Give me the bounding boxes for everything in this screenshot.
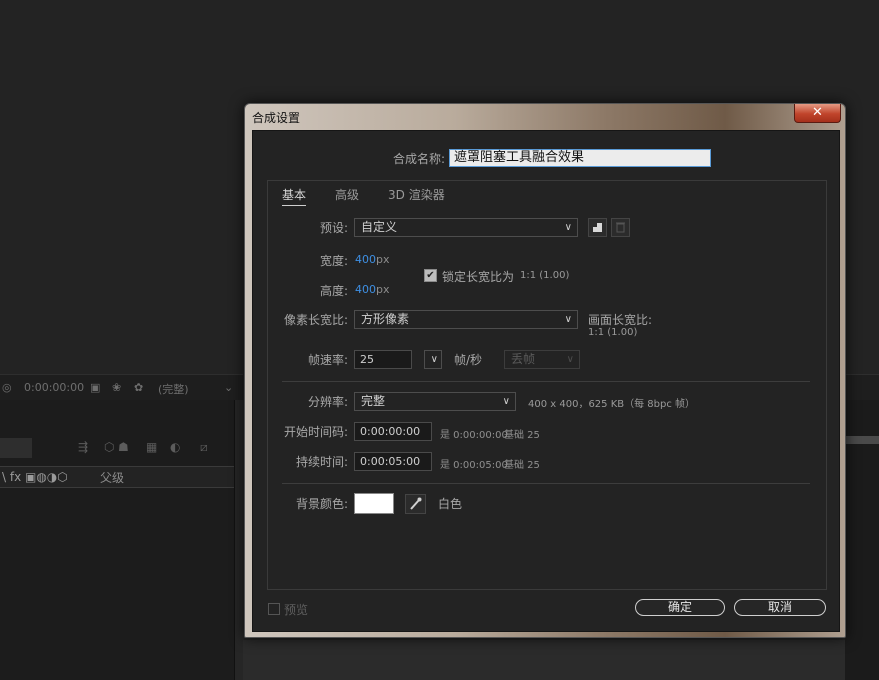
frame-blend-icon[interactable]: ▦ [146,440,157,454]
preview-checkbox[interactable] [268,603,280,615]
start-timecode-input[interactable]: 0:00:00:00 [354,422,432,441]
trash-icon [616,222,625,233]
eyedropper-icon [410,497,422,510]
viewer-timecode[interactable]: 0:00:00:00 [24,381,84,394]
chevron-down-icon: ∨ [502,396,510,407]
resolution-value: 完整 [361,394,386,408]
chevron-down-icon: ∨ [564,222,572,233]
duration-input[interactable]: 0:00:05:00 [354,452,432,471]
preset-value: 自定义 [361,220,398,234]
preview-label: 预览 [284,603,309,617]
height-value[interactable]: 400 [355,283,376,296]
tab-3d-renderer[interactable]: 3D 渲染器 [388,186,445,203]
lock-aspect-checkbox[interactable]: ✔ [424,269,437,282]
snapshot-icon[interactable]: ▣ [90,381,100,394]
preset-dropdown[interactable]: 自定义 ∨ [354,218,578,237]
viewer-toolbar: ◎ 0:00:00:00 ▣ ❀ ✿ (完整) ⌄ [0,374,243,402]
delete-preset-button[interactable] [611,218,630,237]
frame-aspect-label: 画面长宽比: [588,313,653,327]
dialog-title: 合成设置 [252,111,301,125]
comp-name-label: 合成名称: [392,152,445,166]
pixel-aspect-label: 像素长宽比: [283,313,348,327]
pixel-aspect-value: 方形像素 [361,312,410,326]
composition-settings-dialog: 合成设置 ✕ 合成名称: 遮罩阻塞工具融合效果 基本 高级 3D 渲染器 预设:… [244,103,846,638]
eyedropper-button[interactable] [405,494,426,514]
duration-base: 基础 25 [504,460,540,471]
start-timecode-equivalent: 是 0:00:00:00 [440,430,508,441]
separator [282,483,810,484]
motion-blur-icon[interactable]: ◐ [170,440,180,454]
width-label: 宽度: [319,254,348,268]
chevron-down-icon: ∨ [564,314,572,325]
draft-3d-icon[interactable]: ⬡ [104,440,114,454]
preset-label: 预设: [319,221,348,235]
shy-icon[interactable]: ☗ [118,440,129,454]
pixel-aspect-dropdown[interactable]: 方形像素 ∨ [354,310,578,329]
chevron-down-icon: ∨ [430,354,438,365]
height-label: 高度: [319,284,348,298]
timeline-graph-area-lower [243,640,845,680]
bg-color-label: 背景颜色: [295,497,348,511]
drop-frame-dropdown: 丢帧 ∨ [504,350,580,369]
comp-flowchart-icon[interactable]: ⇶ [78,440,88,454]
duration-equivalent: 是 0:00:05:00 [440,460,508,471]
ok-button[interactable]: 确定 [635,599,725,616]
work-area-bar[interactable] [845,436,879,444]
timeline-search-input[interactable] [0,438,32,458]
frame-rate-label: 帧速率: [307,353,348,367]
close-button[interactable]: ✕ [794,104,841,123]
start-timecode-base: 基础 25 [504,430,540,441]
tab-advanced[interactable]: 高级 [335,186,359,203]
resolution-dropdown[interactable]: 完整 ∨ [354,392,516,411]
close-icon: ✕ [812,105,823,120]
duration-label: 持续时间: [295,455,348,469]
tab-basic[interactable]: 基本 [282,186,307,206]
graph-editor-icon[interactable]: ⧄ [200,440,208,455]
frame-aspect-value: 1:1 (1.00) [588,327,638,338]
channel-icon[interactable]: ✿ [134,381,143,394]
column-parent-label: 父级 [100,471,125,485]
timeline-panel: ⇶ ⬡ ☗ ▦ ◐ ⧄ [0,400,243,680]
frame-rate-dropdown[interactable]: ∨ [424,350,442,369]
chevron-down-icon: ∨ [566,354,574,365]
start-timecode-label: 开始时间码: [283,425,348,439]
timeline-divider[interactable] [234,400,244,680]
resolution-info: 400 x 400，625 KB（每 8bpc 帧） [528,399,696,410]
bg-color-swatch[interactable] [354,493,394,514]
show-snapshot-icon[interactable]: ❀ [112,381,121,394]
cancel-button[interactable]: 取消 [734,599,826,616]
lock-aspect-label: 锁定长宽比为 [442,270,515,284]
zoom-icon[interactable]: ◎ [2,381,12,394]
comp-name-input[interactable]: 遮罩阻塞工具融合效果 [449,149,711,167]
frame-rate-unit: 帧/秒 [454,353,483,367]
save-preset-icon [593,223,602,232]
save-preset-button[interactable] [588,218,607,237]
timeline-column-header: \ fx ▣◍◑⬡ 父级 [0,466,236,488]
dialog-body: 合成名称: 遮罩阻塞工具融合效果 基本 高级 3D 渲染器 预设: 自定义 ∨ … [252,130,840,632]
drop-frame-value: 丢帧 [511,352,536,366]
chevron-down-icon[interactable]: ⌄ [224,381,233,394]
lock-aspect-ratio: 1:1 (1.00) [520,270,570,281]
width-value[interactable]: 400 [355,253,376,266]
switches-icon: \ fx ▣◍◑⬡ [2,470,68,484]
bg-color-name: 白色 [438,497,463,511]
height-unit: px [376,283,390,296]
separator [282,381,810,382]
settings-panel: 基本 高级 3D 渲染器 预设: 自定义 ∨ 宽度: 400 px ✔ 锁定长宽… [267,180,827,590]
width-unit: px [376,253,390,266]
resolution-dropdown[interactable]: (完整) [158,381,189,397]
resolution-label: 分辨率: [307,395,348,409]
frame-rate-input[interactable]: 25 [354,350,412,369]
